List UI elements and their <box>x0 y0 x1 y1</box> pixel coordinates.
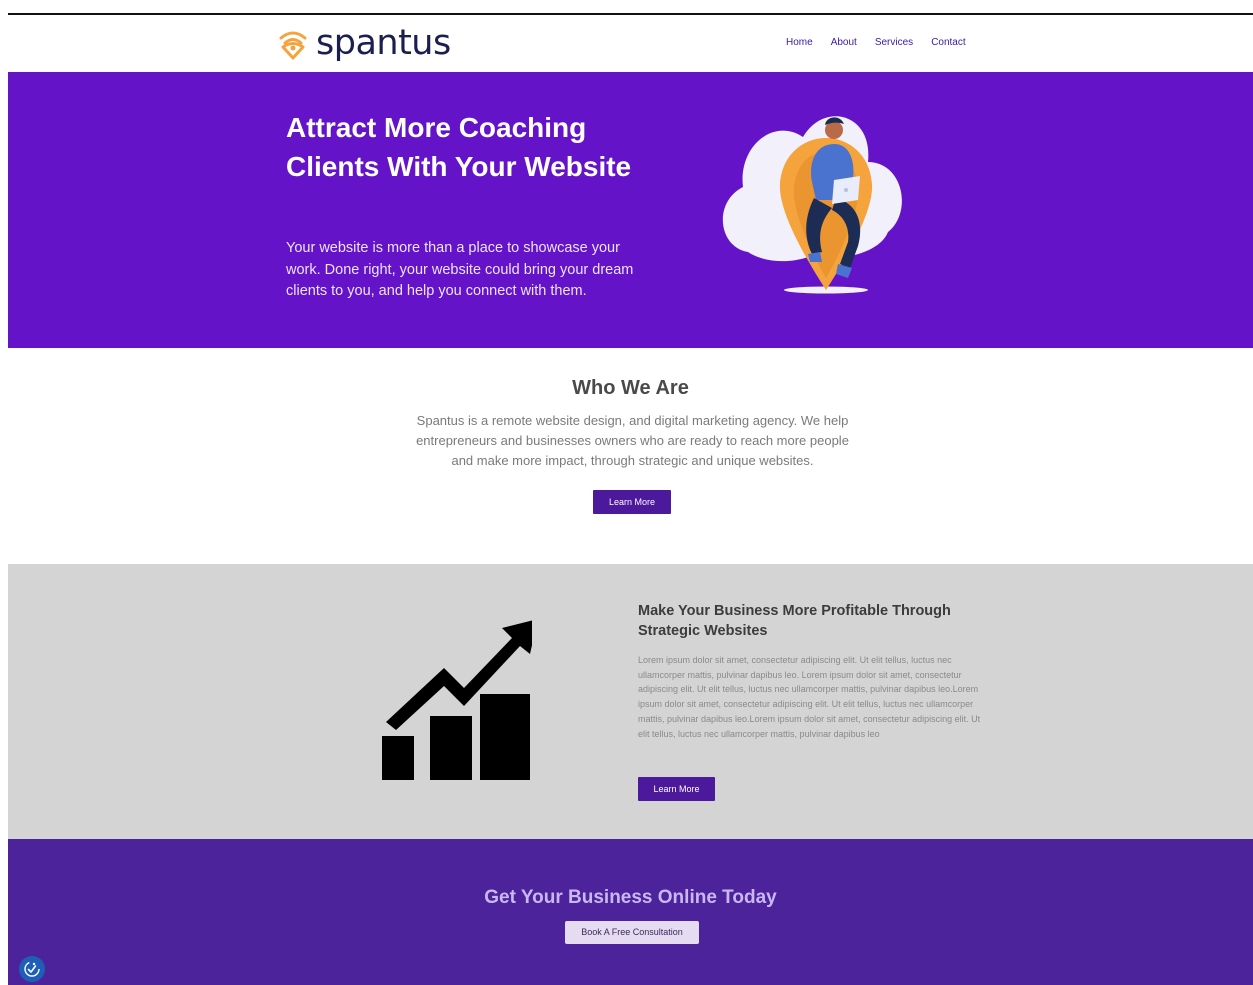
logo-mark-icon <box>279 31 307 60</box>
who-learn-more-button[interactable]: Learn More <box>593 490 671 514</box>
profit-text: Lorem ipsum dolor sit amet, consectetur … <box>638 655 981 739</box>
accessibility-button[interactable] <box>19 956 45 982</box>
profit-title: Make Your Business More Profitable Throu… <box>638 603 951 639</box>
who-title: Who We Are <box>572 377 689 399</box>
cta-section: Get Your Business Online Today Book A Fr… <box>8 839 1253 985</box>
growth-chart-icon <box>382 620 532 780</box>
nav-services[interactable]: Services <box>875 37 913 48</box>
hero-section: Attract More Coaching Clients With Your … <box>8 72 1253 348</box>
site-header: spantus Home About Services Contact <box>8 15 1253 72</box>
logo-text: spantus <box>316 22 451 63</box>
profit-learn-more-button[interactable]: Learn More <box>638 777 715 801</box>
nav-about[interactable]: About <box>831 37 857 48</box>
nav-home[interactable]: Home <box>786 37 813 48</box>
nav-contact[interactable]: Contact <box>931 37 965 48</box>
person-on-location-pin-illustration <box>722 116 902 294</box>
cta-title: Get Your Business Online Today <box>484 887 777 908</box>
hero-text: Your website is more than a place to sho… <box>286 240 634 299</box>
main-nav: Home About Services Contact <box>786 37 966 48</box>
page: spantus Home About Services Contact Attr… <box>8 0 1253 985</box>
who-we-are-section: Who We Are Spantus is a remote website d… <box>8 348 1253 564</box>
hero-title: Attract More Coaching Clients With Your … <box>286 112 632 182</box>
profit-section: Make Your Business More Profitable Throu… <box>8 564 1253 839</box>
accessibility-icon <box>24 961 40 977</box>
who-text: Spantus is a remote website design, and … <box>416 413 849 468</box>
logo-link[interactable]: spantus <box>278 23 451 63</box>
book-consultation-button[interactable]: Book A Free Consultation <box>565 921 699 944</box>
